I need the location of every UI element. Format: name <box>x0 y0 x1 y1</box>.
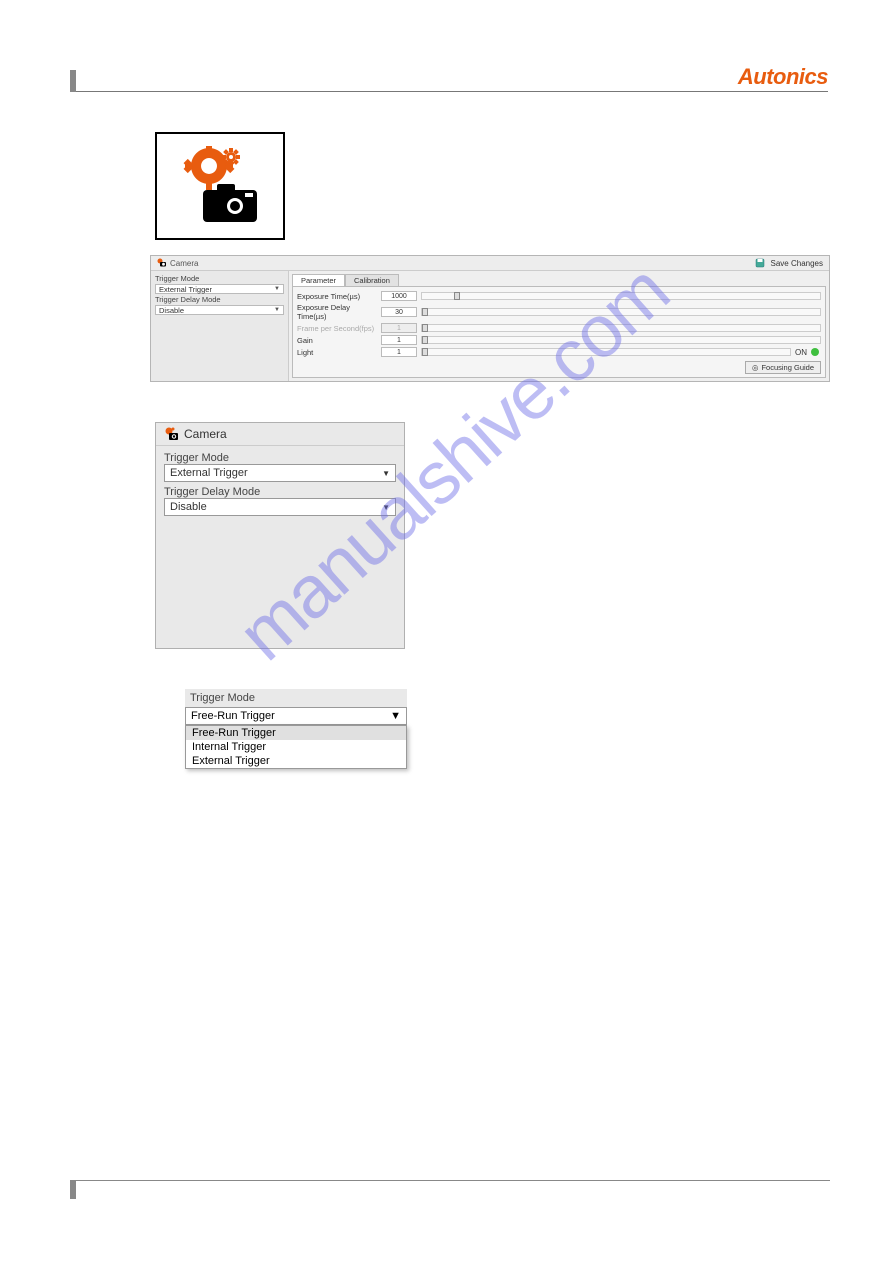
zoom-trigger-mode-dropdown[interactable]: External Trigger ▼ <box>164 464 396 482</box>
save-icon[interactable] <box>755 258 765 268</box>
exposure-delay-input[interactable]: 30 <box>381 307 417 317</box>
exposure-time-label: Exposure Time(µs) <box>297 292 377 301</box>
zoom-trigger-delay-dropdown[interactable]: Disable ▼ <box>164 498 396 516</box>
light-input[interactable]: 1 <box>381 347 417 357</box>
camera-zoom-panel: Camera Trigger Mode External Trigger ▼ T… <box>155 422 405 649</box>
chevron-down-icon: ▼ <box>274 307 280 313</box>
chevron-down-icon: ▼ <box>274 286 280 292</box>
light-on-toggle[interactable]: ON <box>795 348 821 357</box>
header-tick <box>70 70 76 92</box>
trigger-delay-mode-value: Disable <box>159 306 184 315</box>
trigger-mode-dropdown[interactable]: External Trigger ▼ <box>155 284 284 294</box>
trigger-delay-mode-dropdown[interactable]: Disable ▼ <box>155 305 284 315</box>
focusing-guide-label: Focusing Guide <box>761 363 814 372</box>
exposure-delay-slider[interactable] <box>421 308 821 316</box>
parameter-tab-content: Exposure Time(µs) 1000 Exposure Delay Ti… <box>292 286 826 378</box>
exposure-time-slider[interactable] <box>421 292 821 300</box>
fps-input: 1 <box>381 323 417 333</box>
zoom-trigger-mode-label: Trigger Mode <box>164 450 396 464</box>
chevron-down-icon: ▼ <box>382 469 390 478</box>
panel-header: Camera Save Changes <box>151 256 829 271</box>
trigger-delay-mode-label: Trigger Delay Mode <box>155 295 284 304</box>
trigger-option-internal[interactable]: Internal Trigger <box>186 740 406 754</box>
trigger-option-external[interactable]: External Trigger <box>186 754 406 768</box>
camera-settings-panel: Camera Save Changes Trigger Mode Externa… <box>150 255 830 382</box>
trigger-mode-open-label: Trigger Mode <box>185 689 407 707</box>
panel-left-column: Trigger Mode External Trigger ▼ Trigger … <box>151 271 289 381</box>
panel-right-column: Parameter Calibration Exposure Time(µs) … <box>289 271 829 381</box>
gain-label: Gain <box>297 336 377 345</box>
light-slider[interactable] <box>421 348 791 356</box>
gain-slider[interactable] <box>421 336 821 344</box>
exposure-time-input[interactable]: 1000 <box>381 291 417 301</box>
status-dot-icon <box>811 348 819 356</box>
on-label: ON <box>795 348 807 357</box>
camera-gear-icon <box>173 146 268 226</box>
trigger-mode-dropdown-open: Trigger Mode Free-Run Trigger ▼ Free-Run… <box>185 689 407 769</box>
chevron-down-icon: ▼ <box>390 710 401 722</box>
camera-settings-icon-card <box>155 132 285 240</box>
fps-label: Frame per Second(fps) <box>297 324 377 333</box>
fps-slider <box>421 324 821 332</box>
gain-input[interactable]: 1 <box>381 335 417 345</box>
trigger-mode-selected: Free-Run Trigger <box>191 710 275 722</box>
zoom-trigger-mode-value: External Trigger <box>170 467 248 479</box>
light-label: Light <box>297 348 377 357</box>
focusing-guide-button[interactable]: ◎ Focusing Guide <box>745 361 821 374</box>
header-rule: Autonics <box>70 70 828 92</box>
zoom-trigger-delay-label: Trigger Delay Mode <box>164 484 396 498</box>
trigger-mode-value: External Trigger <box>159 285 212 294</box>
trigger-mode-open-select[interactable]: Free-Run Trigger ▼ <box>185 707 407 725</box>
zoom-panel-title: Camera <box>184 427 227 441</box>
target-icon: ◎ <box>752 363 759 372</box>
save-changes-button[interactable]: Save Changes <box>771 259 823 268</box>
exposure-delay-label: Exposure Delay Time(µs) <box>297 303 377 321</box>
footer-rule <box>70 1180 830 1181</box>
trigger-option-free-run[interactable]: Free-Run Trigger <box>186 726 406 740</box>
panel-title-text: Camera <box>170 259 198 268</box>
tab-calibration[interactable]: Calibration <box>345 274 399 286</box>
zoom-trigger-delay-value: Disable <box>170 501 207 513</box>
tab-parameter[interactable]: Parameter <box>292 274 345 286</box>
trigger-mode-options-list: Free-Run Trigger Internal Trigger Extern… <box>185 725 407 769</box>
brand-logo: Autonics <box>738 64 828 90</box>
camera-mini-icon <box>164 427 180 441</box>
trigger-mode-label: Trigger Mode <box>155 274 284 283</box>
camera-mini-icon <box>157 258 167 268</box>
chevron-down-icon: ▼ <box>382 503 390 512</box>
